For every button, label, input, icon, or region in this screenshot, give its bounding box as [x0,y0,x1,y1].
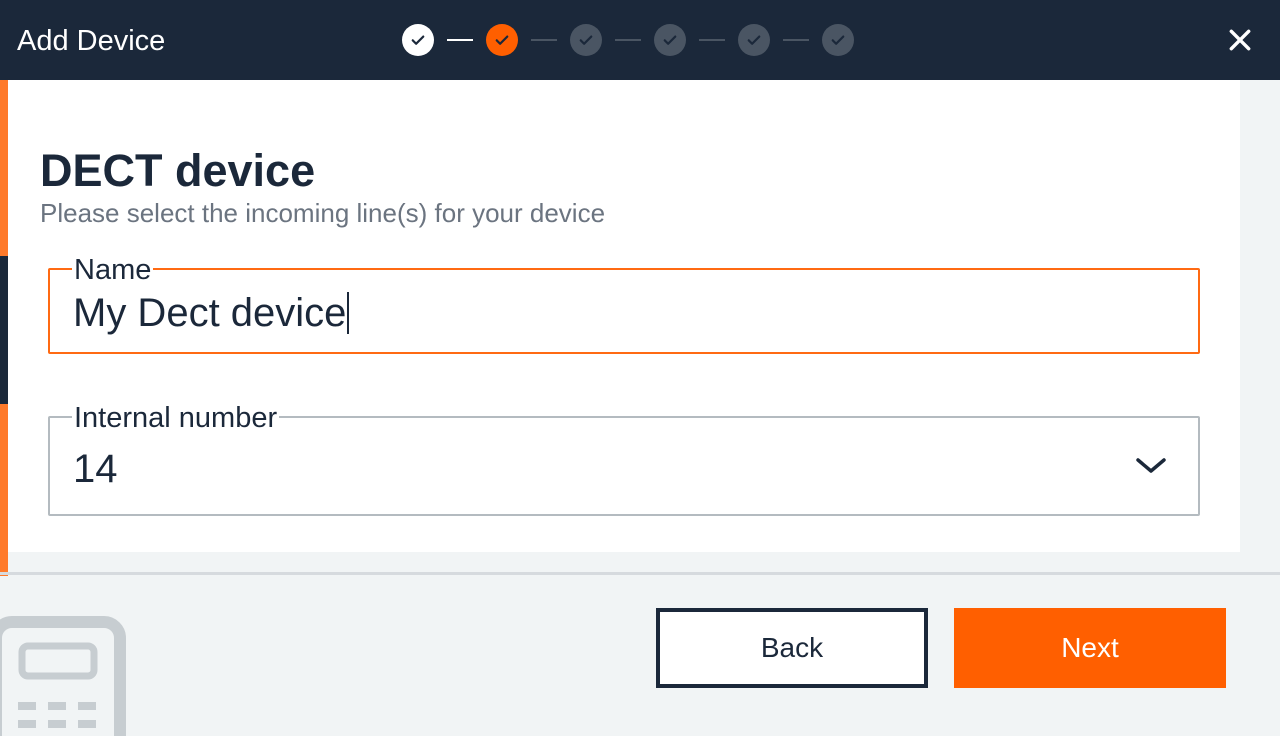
step-6-pending [822,24,854,56]
name-field[interactable]: Name My Dect device [48,254,1200,354]
step-1-complete [402,24,434,56]
step-connector [615,39,641,41]
step-connector [699,39,725,41]
step-connector [447,39,473,41]
step-connector [531,39,557,41]
name-input-value: My Dect device [73,291,347,335]
check-icon [747,35,761,45]
name-input[interactable]: My Dect device [73,290,350,336]
footer-divider [0,572,1280,575]
step-connector [783,39,809,41]
step-3-pending [570,24,602,56]
left-accent-bar-dark [0,256,8,404]
check-icon [579,35,593,45]
step-5-pending [738,24,770,56]
check-icon [831,35,845,45]
text-caret [347,292,350,334]
page-subtitle: Please select the incoming line(s) for y… [40,198,606,228]
internal-number-select[interactable]: Internal number 14 [48,402,1200,516]
left-accent-bar [0,80,8,256]
internal-number-value: 14 [73,447,118,491]
name-field-label: Name [72,254,154,286]
chevron-down-icon[interactable] [1134,454,1168,476]
progress-stepper [0,0,1280,80]
check-icon [411,35,425,45]
page-title: DECT device [40,145,316,196]
close-button[interactable] [1222,22,1258,58]
left-accent-bar [0,404,8,576]
close-icon [1229,29,1251,51]
back-button[interactable]: Back [656,608,928,688]
check-icon [495,35,509,45]
header-bar: Add Device [0,0,1280,80]
calculator-icon [0,616,126,736]
internal-number-label: Internal number [72,402,280,434]
next-button[interactable]: Next [954,608,1226,688]
step-2-current [486,24,518,56]
check-icon [663,35,677,45]
step-4-pending [654,24,686,56]
